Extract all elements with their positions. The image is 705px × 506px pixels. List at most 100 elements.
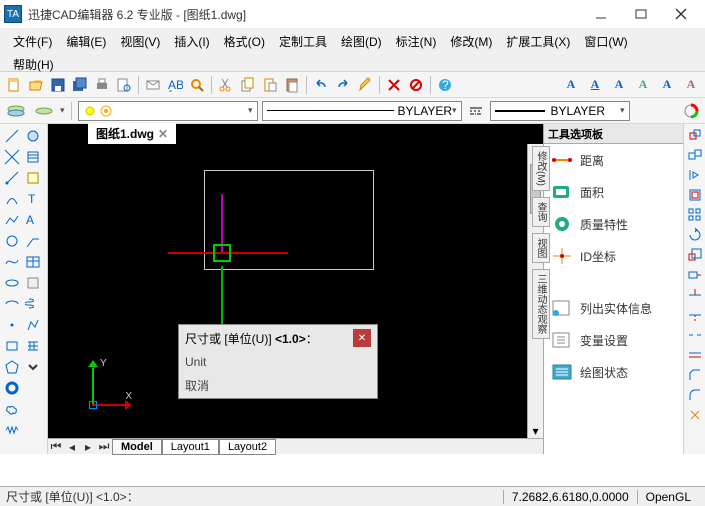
menu-insert[interactable]: 插入(I) xyxy=(167,30,216,53)
palette-item-setvar[interactable]: 变量设置 xyxy=(544,324,683,356)
close-button[interactable] xyxy=(661,2,701,26)
audit-icon[interactable] xyxy=(406,75,426,95)
tab-nav-prev[interactable]: ◂ xyxy=(64,440,80,454)
mirror-icon[interactable] xyxy=(686,166,704,184)
cut-icon[interactable] xyxy=(216,75,236,95)
join-icon[interactable] xyxy=(686,346,704,364)
tab-nav-first[interactable]: ⏮ xyxy=(48,440,64,454)
arc-icon[interactable] xyxy=(2,189,22,209)
font-btn-6[interactable]: A xyxy=(681,75,701,95)
print-preview-icon[interactable] xyxy=(114,75,134,95)
copy-icon[interactable] xyxy=(238,75,258,95)
mtext-icon[interactable]: A xyxy=(23,210,43,230)
undo-icon[interactable] xyxy=(311,75,331,95)
lineweight-combo[interactable]: BYLAYER ▾ xyxy=(490,101,630,121)
color-icon[interactable] xyxy=(681,101,701,121)
menu-ext[interactable]: 扩展工具(X) xyxy=(499,30,577,53)
mesh-icon[interactable] xyxy=(23,336,43,356)
region-icon[interactable] xyxy=(23,126,43,146)
text-icon[interactable]: T xyxy=(23,189,43,209)
ellipse-icon[interactable] xyxy=(2,273,22,293)
font-btn-5[interactable]: A xyxy=(657,75,677,95)
circle-icon[interactable] xyxy=(2,231,22,251)
expand-icon[interactable] xyxy=(23,357,43,377)
ray-icon[interactable] xyxy=(2,168,22,188)
scale-icon[interactable] xyxy=(686,246,704,264)
linetype-combo[interactable]: BYLAYER ▾ xyxy=(262,101,462,121)
email-icon[interactable] xyxy=(143,75,163,95)
revcloud-icon[interactable] xyxy=(2,399,22,419)
font-btn-1[interactable]: A xyxy=(561,75,581,95)
delete-icon[interactable] xyxy=(384,75,404,95)
cmd-popup-close[interactable]: ✕ xyxy=(353,329,371,347)
chamfer-icon[interactable] xyxy=(686,366,704,384)
menu-format[interactable]: 格式(O) xyxy=(217,30,272,53)
ellipsearc-icon[interactable] xyxy=(2,294,22,314)
3dpoly-icon[interactable] xyxy=(23,315,43,335)
table-icon[interactable] xyxy=(23,252,43,272)
menu-window[interactable]: 窗口(W) xyxy=(577,30,634,53)
rotate-icon[interactable] xyxy=(686,226,704,244)
save-icon[interactable] xyxy=(48,75,68,95)
vtab-inquiry[interactable]: 查询 xyxy=(532,197,550,227)
palette-item-idpoint[interactable]: ID坐标 xyxy=(544,240,683,272)
layer-combo[interactable]: ▾ xyxy=(78,101,258,121)
menu-modify[interactable]: 修改(M) xyxy=(443,30,499,53)
break-icon[interactable] xyxy=(686,326,704,344)
stretch-icon[interactable] xyxy=(686,266,704,284)
menu-file[interactable]: 文件(F) xyxy=(6,30,59,53)
tab-layout2[interactable]: Layout2 xyxy=(219,439,276,455)
leader-icon[interactable] xyxy=(23,231,43,251)
menu-edit[interactable]: 编辑(E) xyxy=(59,30,113,53)
move-icon[interactable] xyxy=(686,126,704,144)
menu-dim[interactable]: 标注(N) xyxy=(389,30,444,53)
point-icon[interactable] xyxy=(2,315,22,335)
explode-icon[interactable] xyxy=(686,406,704,424)
vtab-modify[interactable]: 修改(M) xyxy=(532,146,550,191)
xline-icon[interactable] xyxy=(2,147,22,167)
polygon-icon[interactable] xyxy=(2,357,22,377)
tab-model[interactable]: Model xyxy=(112,439,162,455)
block-icon[interactable] xyxy=(23,168,43,188)
drawing-canvas[interactable]: Y X 尺寸或 [单位(U)] <1.0>： ✕ Unit 取消 xyxy=(48,144,543,438)
menu-tools[interactable]: 定制工具 xyxy=(272,30,334,53)
trim-icon[interactable] xyxy=(686,286,704,304)
layer-manager-icon[interactable] xyxy=(4,101,28,121)
palette-item-list[interactable]: 列出实体信息 xyxy=(544,292,683,324)
palette-item-massprops[interactable]: 质量特性 xyxy=(544,208,683,240)
palette-item-status[interactable]: 绘图状态 xyxy=(544,356,683,388)
offset-icon[interactable] xyxy=(686,186,704,204)
redo-icon[interactable] xyxy=(333,75,353,95)
array-icon[interactable] xyxy=(686,206,704,224)
cmd-option-cancel[interactable]: 取消 xyxy=(179,373,377,398)
font-btn-3[interactable]: A xyxy=(609,75,629,95)
cmd-option-unit[interactable]: Unit xyxy=(179,351,377,373)
scroll-down-icon[interactable]: ▾ xyxy=(528,424,543,438)
tab-nav-next[interactable]: ▸ xyxy=(80,440,96,454)
tab-layout1[interactable]: Layout1 xyxy=(162,439,219,455)
wipeout-icon[interactable] xyxy=(23,273,43,293)
line-icon[interactable] xyxy=(2,126,22,146)
brush-icon[interactable] xyxy=(355,75,375,95)
donut-icon[interactable] xyxy=(2,378,22,398)
vtab-observe[interactable]: 三维动态观察 xyxy=(532,269,550,339)
print-icon[interactable] xyxy=(92,75,112,95)
font-btn-2[interactable]: A xyxy=(585,75,605,95)
menu-help[interactable]: 帮助(H) xyxy=(6,53,61,76)
helix-icon[interactable] xyxy=(23,294,43,314)
tab-nav-last[interactable]: ⏭ xyxy=(96,440,112,454)
find-icon[interactable] xyxy=(187,75,207,95)
close-tab-icon[interactable]: ✕ xyxy=(158,127,168,141)
copy2-icon[interactable] xyxy=(686,146,704,164)
zigzag-icon[interactable] xyxy=(2,420,22,440)
hatch-icon[interactable] xyxy=(23,147,43,167)
menu-view[interactable]: 视图(V) xyxy=(113,30,167,53)
extend-icon[interactable] xyxy=(686,306,704,324)
layer-states-icon[interactable] xyxy=(32,101,56,121)
polyline-icon[interactable] xyxy=(2,210,22,230)
help-icon[interactable]: ? xyxy=(435,75,455,95)
palette-item-distance[interactable]: 距离 xyxy=(544,144,683,176)
open-icon[interactable] xyxy=(26,75,46,95)
font-btn-4[interactable]: A xyxy=(633,75,653,95)
paste-icon[interactable] xyxy=(282,75,302,95)
